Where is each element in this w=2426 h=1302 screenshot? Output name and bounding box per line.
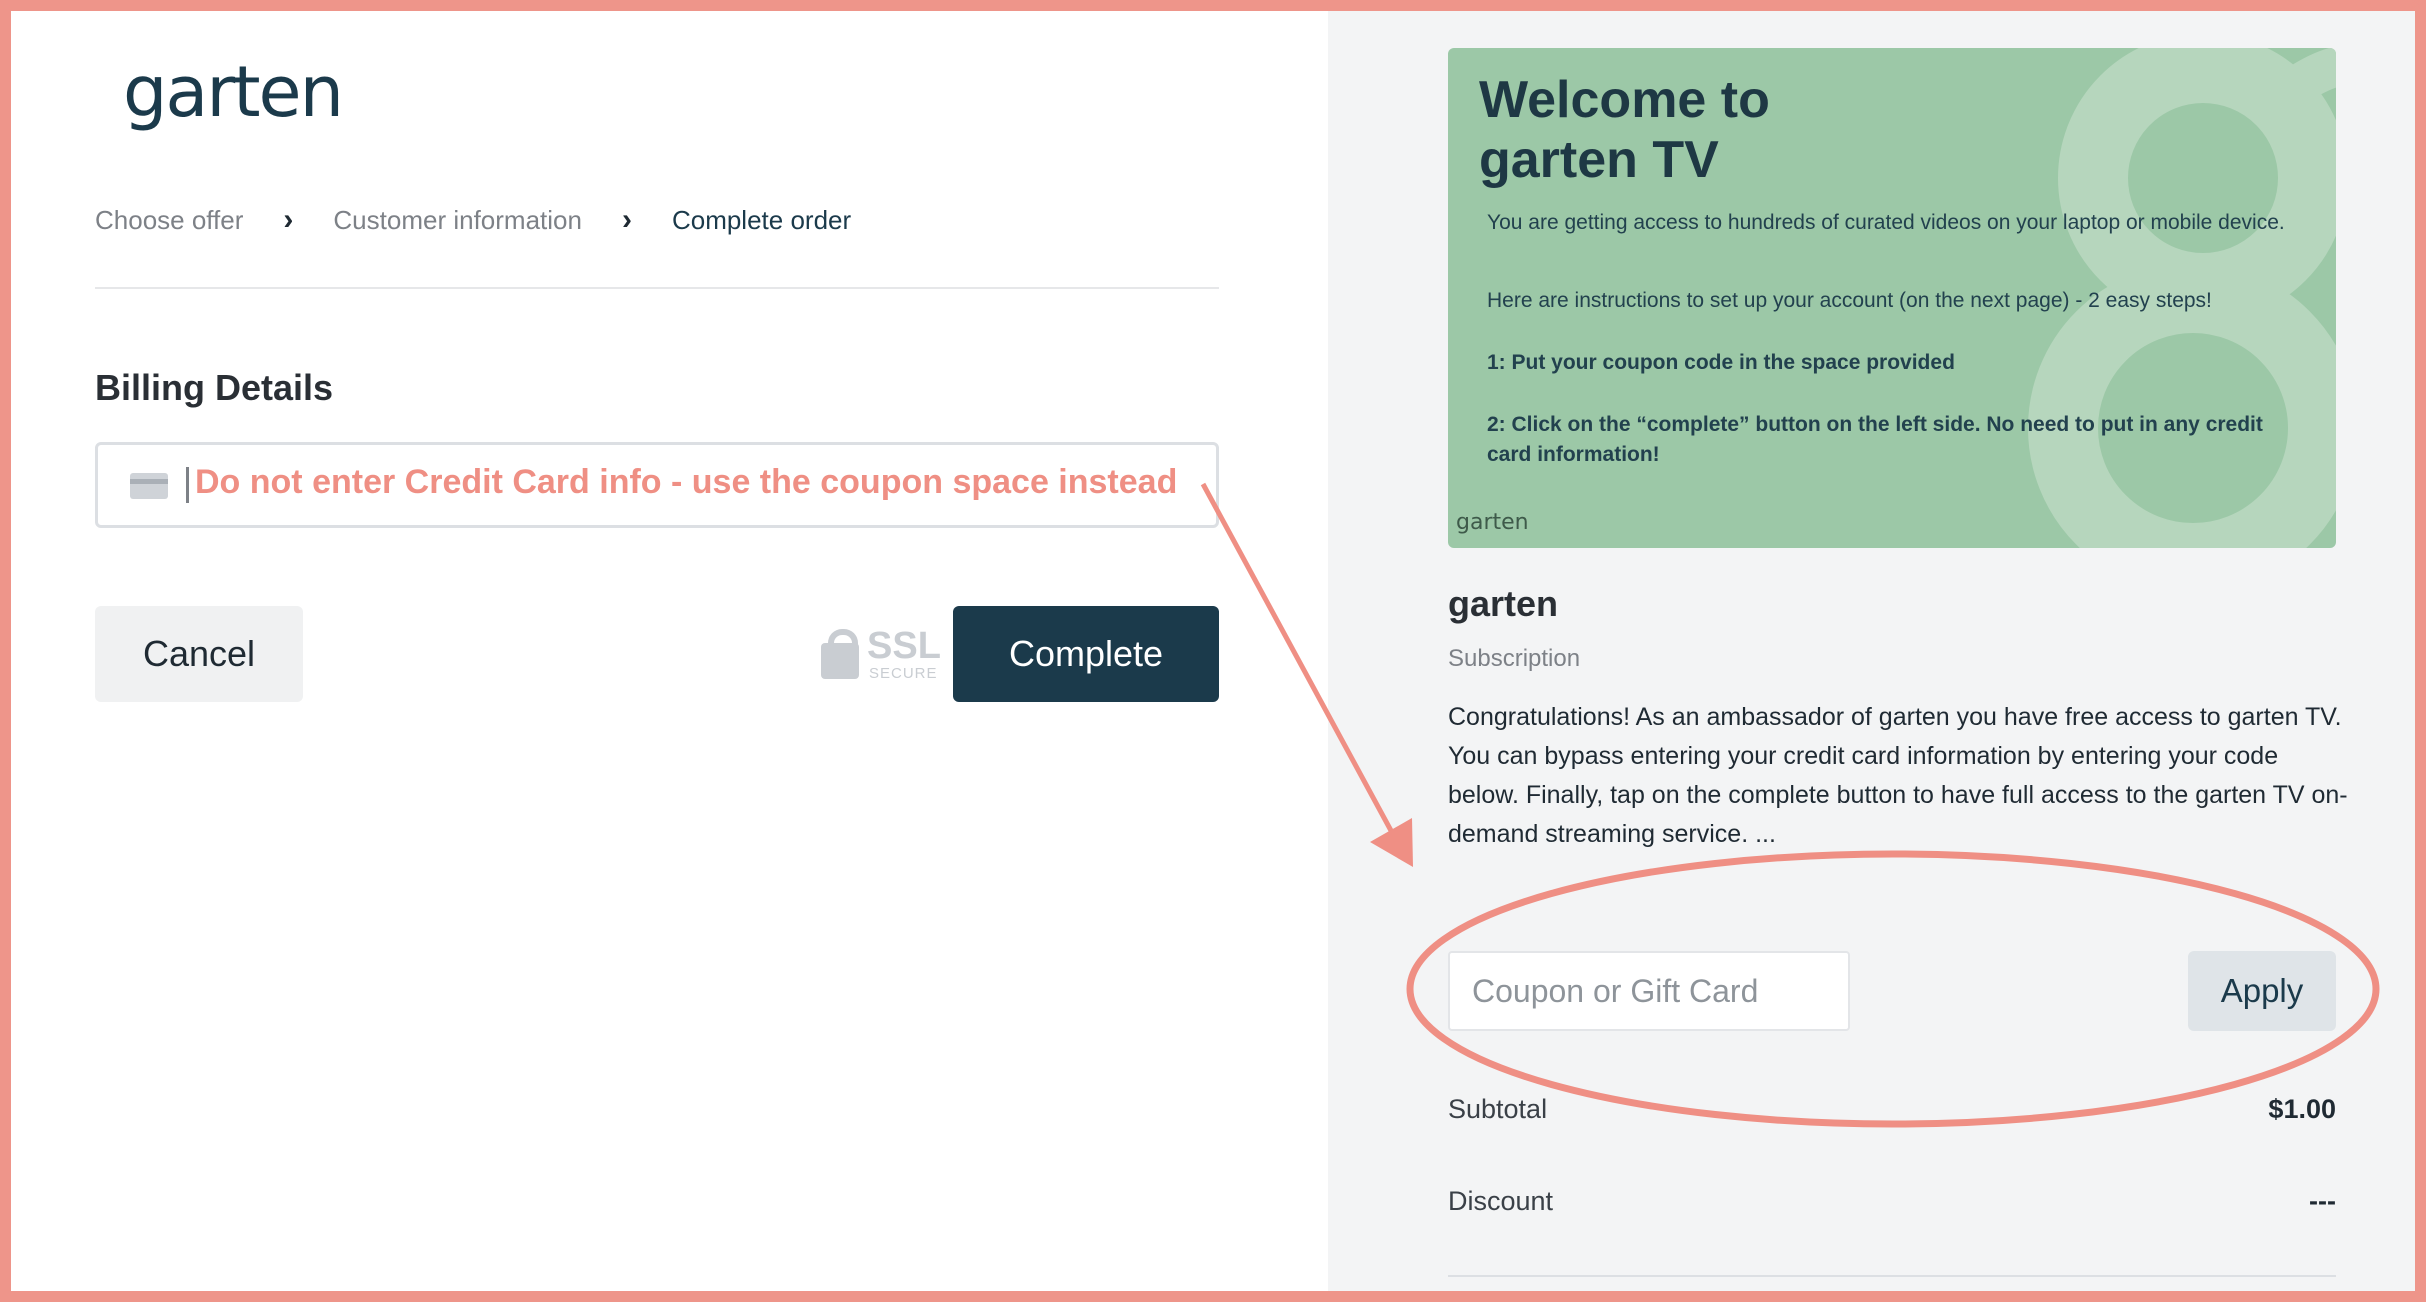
- breadcrumb: Choose offer › Customer information › Co…: [95, 203, 851, 237]
- banner-title: Welcome to garten TV: [1479, 70, 2079, 190]
- coupon-input[interactable]: [1448, 951, 1850, 1031]
- complete-button[interactable]: Complete: [953, 606, 1219, 702]
- product-description: Congratulations! As an ambassador of gar…: [1448, 703, 2348, 848]
- welcome-banner-image: Welcome to garten TV You are getting acc…: [1448, 48, 2336, 548]
- order-summary-panel: Welcome to garten TV You are getting acc…: [1328, 11, 2415, 1291]
- product-name: garten: [1448, 583, 1559, 624]
- product-type: Subscription: [1448, 645, 1581, 672]
- banner-text-2: Here are instructions to set up your acc…: [1487, 289, 2212, 312]
- chevron-right-icon: ›: [283, 203, 294, 236]
- ssl-secure-badge: SSL SECURE: [821, 625, 943, 685]
- subtotal-label: Subtotal: [1448, 1094, 1548, 1124]
- apply-coupon-button[interactable]: Apply: [2188, 951, 2336, 1031]
- garten-logo[interactable]: garten: [123, 51, 344, 133]
- breadcrumb-complete-order: Complete order: [671, 204, 852, 235]
- discount-label: Discount: [1448, 1186, 1554, 1216]
- banner-title-line2: garten TV: [1479, 131, 1719, 189]
- breadcrumb-customer-information[interactable]: Customer information: [333, 205, 582, 236]
- breadcrumb-choose-offer[interactable]: Choose offer: [95, 205, 243, 236]
- chevron-right-icon: ›: [621, 203, 632, 236]
- lock-icon: [821, 629, 859, 679]
- discount-value: ---: [2309, 1186, 2336, 1216]
- subtotal-row: Subtotal $1.00: [1448, 1094, 2336, 1125]
- banner-title-line1: Welcome to: [1479, 71, 1770, 129]
- credit-card-icon: [130, 473, 168, 499]
- text-cursor: [186, 467, 189, 503]
- credit-card-warning-annotation: Do not enter Credit Card info - use the …: [195, 463, 1178, 501]
- banner-step-1: 1: Put your coupon code in the space pro…: [1487, 351, 1955, 374]
- ssl-label: SSL: [867, 625, 941, 667]
- checkout-form-panel: garten Choose offer › Customer informati…: [11, 11, 1328, 1291]
- banner-step-2: 2: Click on the “complete” button on the…: [1487, 413, 2263, 466]
- divider: [95, 287, 1219, 289]
- ssl-sub-label: SECURE: [869, 665, 938, 682]
- banner-text-1: You are getting access to hundreds of cu…: [1487, 211, 2285, 234]
- billing-details-heading: Billing Details: [95, 367, 334, 408]
- cancel-button[interactable]: Cancel: [95, 606, 303, 702]
- credit-card-field[interactable]: Do not enter Credit Card info - use the …: [95, 442, 1219, 528]
- discount-row: Discount ---: [1448, 1186, 2336, 1217]
- banner-logo: garten: [1456, 510, 1529, 535]
- subtotal-value: $1.00: [2268, 1094, 2336, 1124]
- divider: [1448, 1275, 2336, 1277]
